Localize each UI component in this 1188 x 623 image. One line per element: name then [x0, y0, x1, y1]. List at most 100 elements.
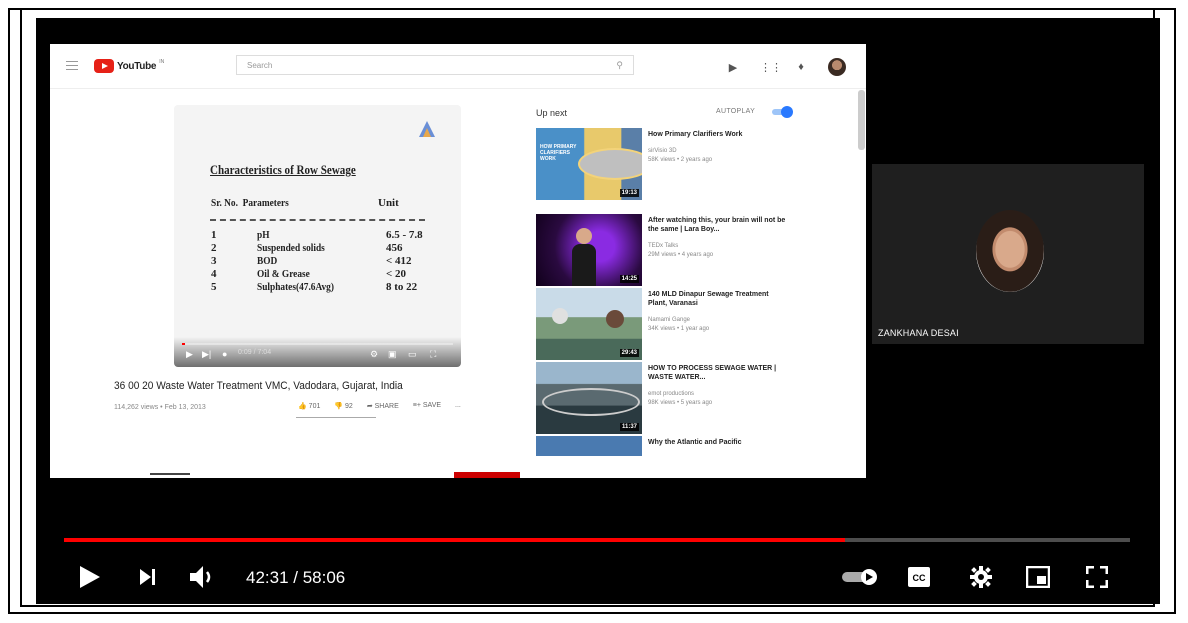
item-channel[interactable]: emot productions	[648, 391, 694, 397]
institute-logo	[419, 121, 435, 137]
share-button[interactable]: ➦ SHARE	[367, 402, 399, 410]
video-thumbnail[interactable]	[536, 436, 642, 456]
time-display: 42:31 / 58:06	[246, 568, 346, 587]
dislike-button[interactable]: 👎 92	[334, 402, 352, 410]
subscribe-button[interactable]	[454, 472, 520, 478]
volume-icon[interactable]	[190, 566, 218, 588]
channel-name-peek	[150, 473, 190, 475]
svg-text:CC: CC	[913, 573, 926, 583]
shared-youtube-screen: YouTube IN Search ⚲ ▶ ⋮⋮ ♦ Characteristi…	[50, 44, 866, 478]
inner-miniplayer-icon[interactable]: ▣	[388, 349, 397, 360]
inner-settings-icon[interactable]: ⚙	[370, 349, 378, 360]
table-row: 1 pH 6.5 - 7.8	[211, 229, 423, 241]
video-actions: 👍 701 👎 92 ➦ SHARE ≡+ SAVE ...	[298, 402, 461, 410]
search-icon[interactable]: ⚲	[616, 60, 623, 71]
video-duration: 14:25	[619, 275, 639, 283]
settings-icon[interactable]	[970, 566, 992, 588]
miniplayer-icon[interactable]	[1026, 566, 1050, 588]
item-meta: 34K views • 1 year ago	[648, 326, 710, 332]
video-thumbnail[interactable]: 14:25	[536, 214, 642, 286]
participant-tile: ZANKHANA DESAI	[872, 164, 1144, 344]
participant-name: ZANKHANA DESAI	[878, 328, 959, 338]
like-button[interactable]: 👍 701	[298, 402, 320, 410]
item-title[interactable]: HOW TO PROCESS SEWAGE WATER | WASTE WATE…	[648, 364, 788, 382]
inner-volume-icon[interactable]: ●	[222, 349, 227, 359]
youtube-play-icon	[94, 59, 114, 73]
captions-icon[interactable]: CC	[908, 567, 930, 587]
thumbnail-caption: HOW PRIMARY CLARIFIERS WORK	[540, 144, 577, 162]
youtube-video[interactable]: Characteristics of Row Sewage Sr. No. Pa…	[174, 105, 461, 367]
table-row: 3 BOD < 412	[211, 255, 412, 267]
video-meta: 114,262 views • Feb 13, 2013	[114, 404, 206, 411]
item-title[interactable]: 140 MLD Dinapur Sewage Treatment Plant, …	[648, 290, 788, 308]
slide-table: 1 pH 6.5 - 7.8 2 Suspended solids 456 3 BOD < …	[211, 229, 441, 294]
inner-progress-bar[interactable]	[182, 343, 453, 345]
up-next-list: HOW PRIMARY CLARIFIERS WORK 19:13 How Pr…	[536, 128, 796, 478]
col-no: Sr. No.	[211, 197, 238, 209]
player-controls: 42:31 / 58:06 CC	[36, 556, 1160, 596]
list-item[interactable]: 29:43 140 MLD Dinapur Sewage Treatment P…	[536, 288, 796, 368]
autoplay-label: AUTOPLAY	[716, 108, 756, 115]
video-camera-icon[interactable]: ▶	[726, 61, 740, 74]
youtube-logo[interactable]: YouTube IN	[94, 58, 164, 74]
video-duration: 11:37	[619, 423, 639, 431]
logo-text: YouTube	[117, 60, 157, 72]
menu-icon[interactable]	[66, 61, 78, 70]
slide-divider	[210, 219, 425, 221]
video-title: 36 00 20 Waste Water Treatment VMC, Vado…	[114, 380, 403, 392]
play-icon[interactable]	[80, 566, 100, 588]
save-button[interactable]: ≡+ SAVE	[413, 402, 441, 410]
list-item[interactable]: Why the Atlantic and Pacific	[536, 436, 796, 478]
list-item[interactable]: 11:37 HOW TO PROCESS SEWAGE WATER | WAST…	[536, 362, 796, 442]
participant-avatar	[976, 210, 1044, 292]
inner-next-icon[interactable]: ▶|	[202, 349, 211, 360]
bell-icon[interactable]: ♦	[794, 61, 808, 73]
search-placeholder: Search	[247, 61, 273, 70]
item-channel[interactable]: sirVisio 3D	[648, 148, 677, 154]
inner-player-controls: ▶ ▶| ● 0:09 / 7:04 ⚙ ▣ ▭ ⛶	[174, 337, 461, 367]
up-next-label: Up next	[536, 108, 568, 118]
video-thumbnail[interactable]: 11:37	[536, 362, 642, 434]
item-title[interactable]: Why the Atlantic and Pacific	[648, 438, 788, 447]
logo-region: IN	[159, 59, 165, 65]
list-item[interactable]: HOW PRIMARY CLARIFIERS WORK 19:13 How Pr…	[536, 128, 796, 208]
search-input[interactable]: Search ⚲	[236, 55, 634, 75]
progress-fill	[64, 538, 846, 542]
inner-theater-icon[interactable]: ▭	[408, 349, 417, 360]
inner-play-icon[interactable]: ▶	[186, 349, 193, 360]
item-channel[interactable]: TEDx Talks	[648, 243, 678, 249]
youtube-header: YouTube IN Search ⚲ ▶ ⋮⋮ ♦	[50, 44, 866, 89]
item-meta: 58K views • 2 years ago	[648, 157, 713, 163]
inner-time: 0:09 / 7:04	[238, 349, 272, 356]
fullscreen-icon[interactable]	[1086, 566, 1108, 588]
more-button[interactable]: ...	[455, 402, 461, 410]
video-player[interactable]: YouTube IN Search ⚲ ▶ ⋮⋮ ♦ Characteristi…	[36, 18, 1160, 604]
sentiment-bar	[296, 417, 376, 418]
duration: 58:06	[302, 568, 346, 587]
slide-title: Characteristics of Row Sewage	[210, 162, 356, 177]
video-duration: 29:43	[619, 349, 639, 357]
progress-bar[interactable]	[64, 538, 1130, 542]
video-duration: 19:13	[619, 189, 639, 197]
table-row: 4 Oil & Grease < 20	[211, 268, 407, 280]
col-unit: Unit	[378, 197, 399, 209]
avatar[interactable]	[828, 58, 846, 76]
inner-fullscreen-icon[interactable]: ⛶	[430, 349, 436, 360]
apps-grid-icon[interactable]: ⋮⋮	[760, 61, 782, 74]
scrollbar[interactable]	[858, 90, 865, 150]
next-icon[interactable]	[140, 569, 156, 585]
current-time: 42:31	[246, 568, 289, 587]
list-item[interactable]: 14:25 After watching this, your brain wi…	[536, 214, 796, 294]
video-thumbnail[interactable]: HOW PRIMARY CLARIFIERS WORK 19:13	[536, 128, 642, 200]
table-row: 2 Suspended solids 456	[211, 242, 403, 254]
slide-header: Sr. No. Parameters	[211, 197, 289, 209]
autoplay-toggle[interactable]	[772, 106, 794, 118]
autoplay-toggle-icon[interactable]	[842, 568, 878, 586]
item-channel[interactable]: Namami Gange	[648, 317, 690, 323]
col-param: Parameters	[242, 197, 289, 209]
video-thumbnail[interactable]: 29:43	[536, 288, 642, 360]
item-title[interactable]: How Primary Clarifiers Work	[648, 130, 788, 139]
item-meta: 29M views • 4 years ago	[648, 252, 714, 258]
table-row: 5 Sulphates(47.6Avg) 8 to 22	[211, 281, 418, 293]
item-title[interactable]: After watching this, your brain will not…	[648, 216, 788, 234]
